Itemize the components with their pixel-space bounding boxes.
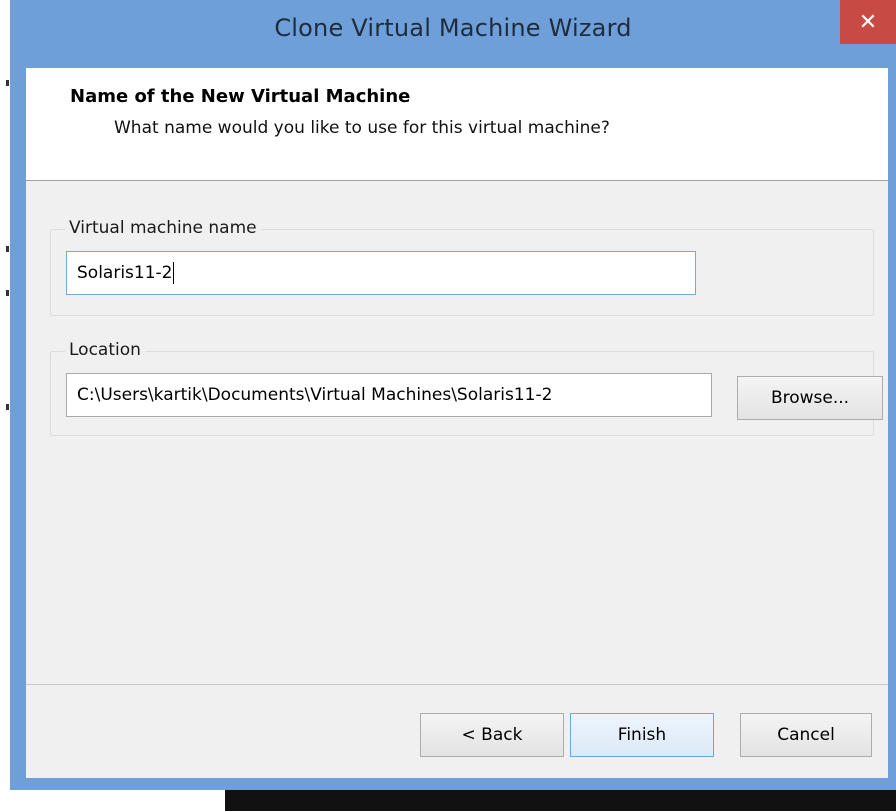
location-group: Location C:\Users\kartik\Documents\Virtu… — [50, 340, 883, 436]
browse-button[interactable]: Browse... — [737, 376, 883, 420]
location-input[interactable]: C:\Users\kartik\Documents\Virtual Machin… — [66, 373, 712, 417]
footer-divider — [26, 684, 888, 685]
cancel-button[interactable]: Cancel — [740, 713, 872, 757]
finish-button[interactable]: Finish — [570, 713, 714, 757]
vm-name-group: Virtual machine name Solaris11-2 — [50, 218, 874, 316]
vm-name-input[interactable]: Solaris11-2 — [66, 251, 696, 295]
close-icon: ✕ — [858, 9, 878, 35]
wizard-header: Name of the New Virtual Machine What nam… — [26, 68, 888, 181]
location-value: C:\Users\kartik\Documents\Virtual Machin… — [77, 385, 553, 405]
clone-vm-wizard-dialog: Clone Virtual Machine Wizard ✕ Name of t… — [10, 0, 896, 790]
page-title: Name of the New Virtual Machine — [70, 86, 411, 107]
page-subtitle: What name would you like to use for this… — [114, 118, 610, 138]
background-artifact — [6, 80, 9, 86]
title-bar[interactable]: Clone Virtual Machine Wizard ✕ — [10, 0, 896, 68]
background-artifact — [6, 404, 9, 410]
dialog-content: Name of the New Virtual Machine What nam… — [26, 68, 888, 778]
background-artifact — [6, 246, 9, 252]
close-button[interactable]: ✕ — [840, 0, 896, 44]
vm-name-value: Solaris11-2 — [77, 263, 173, 283]
background-artifact — [6, 290, 9, 296]
window-title: Clone Virtual Machine Wizard — [274, 14, 632, 42]
location-label: Location — [65, 340, 145, 360]
background-window-edge — [225, 790, 896, 811]
text-caret — [173, 262, 175, 284]
vm-name-label: Virtual machine name — [65, 218, 261, 238]
back-button[interactable]: < Back — [420, 713, 564, 757]
